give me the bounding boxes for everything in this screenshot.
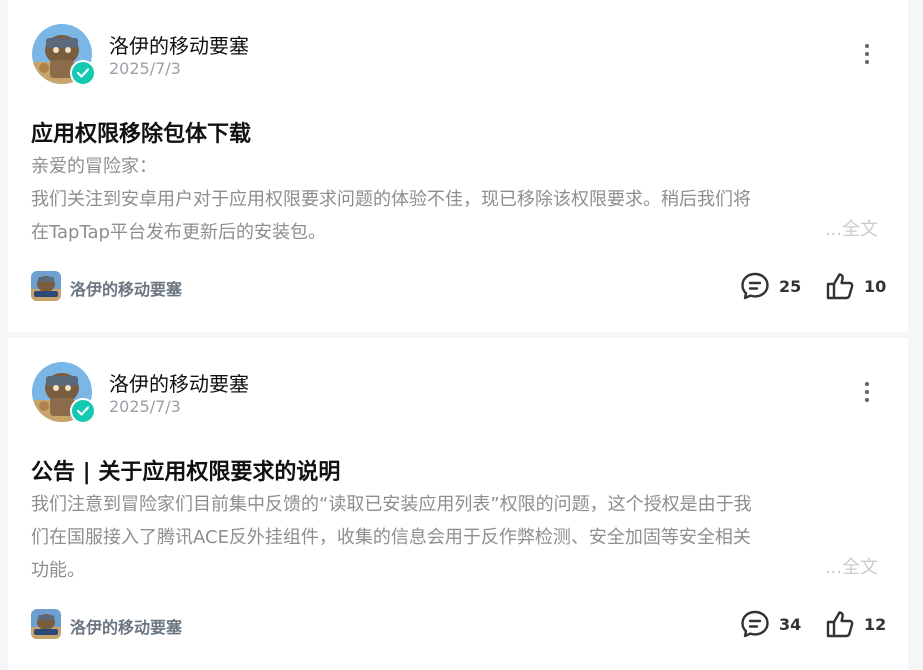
- post-card[interactable]: 洛伊的移动要塞 2025/7/3 应用权限移除包体下载 亲爱的冒险家： 我们关注…: [8, 0, 908, 332]
- comment-button[interactable]: 34: [739, 608, 801, 640]
- footer-author-avatar[interactable]: [31, 609, 61, 639]
- excerpt-line: 在TapTap平台发布更新后的安装包。: [31, 222, 326, 243]
- comment-button[interactable]: 25: [739, 270, 801, 302]
- author-name[interactable]: 洛伊的移动要塞: [109, 368, 249, 397]
- thumbs-up-icon: [826, 611, 854, 638]
- post-card[interactable]: 洛伊的移动要塞 2025/7/3 公告 | 关于应用权限要求的说明 我们注意到冒…: [8, 338, 908, 670]
- author-avatar[interactable]: [32, 24, 96, 86]
- excerpt-line: 我们关注到安卓用户对于应用权限要求问题的体验不佳，现已移除该权限要求。稍后我们将: [31, 189, 751, 210]
- footer-author-avatar[interactable]: [31, 271, 61, 301]
- avatar-image: [31, 271, 61, 301]
- excerpt-line: 亲爱的冒险家：: [31, 156, 157, 177]
- excerpt-line: 我们注意到冒险家们目前集中反馈的“读取已安装应用列表”权限的问题，这个授权是由于…: [31, 494, 752, 515]
- comment-count: 34: [779, 614, 802, 634]
- like-button[interactable]: 10: [824, 270, 886, 302]
- thumbs-up-icon: [826, 273, 854, 300]
- comment-bubble-icon: [741, 610, 769, 638]
- author-name[interactable]: 洛伊的移动要塞: [109, 30, 249, 59]
- like-button[interactable]: 12: [824, 608, 886, 640]
- verified-check-icon: [70, 60, 96, 86]
- post-title[interactable]: 公告 | 关于应用权限要求的说明: [31, 454, 340, 486]
- footer-author-name[interactable]: 洛伊的移动要塞: [70, 276, 182, 300]
- verified-check-icon: [70, 398, 96, 424]
- like-count: 10: [864, 276, 887, 296]
- post-excerpt[interactable]: 亲爱的冒险家： 我们关注到安卓用户对于应用权限要求问题的体验不佳，现已移除该权限…: [31, 150, 881, 249]
- author-avatar[interactable]: [32, 362, 96, 424]
- read-more-link[interactable]: ...全文: [806, 553, 878, 579]
- post-title[interactable]: 应用权限移除包体下载: [31, 116, 251, 148]
- footer-author-name[interactable]: 洛伊的移动要塞: [70, 614, 182, 638]
- excerpt-line: 们在国服接入了腾讯ACE反外挂组件，收集的信息会用于反作弊检测、安全加固等安全相…: [31, 527, 751, 548]
- more-vertical-icon[interactable]: [862, 382, 872, 402]
- comment-count: 25: [779, 276, 802, 296]
- post-excerpt[interactable]: 我们注意到冒险家们目前集中反馈的“读取已安装应用列表”权限的问题，这个授权是由于…: [31, 488, 881, 587]
- comment-bubble-icon: [741, 272, 769, 300]
- more-vertical-icon[interactable]: [862, 44, 872, 64]
- post-date: 2025/7/3: [109, 397, 181, 416]
- post-feed: 洛伊的移动要塞 2025/7/3 应用权限移除包体下载 亲爱的冒险家： 我们关注…: [0, 0, 923, 670]
- avatar-image: [31, 609, 61, 639]
- post-date: 2025/7/3: [109, 59, 181, 78]
- read-more-link[interactable]: ...全文: [806, 215, 878, 241]
- like-count: 12: [864, 614, 887, 634]
- excerpt-line: 功能。: [31, 560, 85, 581]
